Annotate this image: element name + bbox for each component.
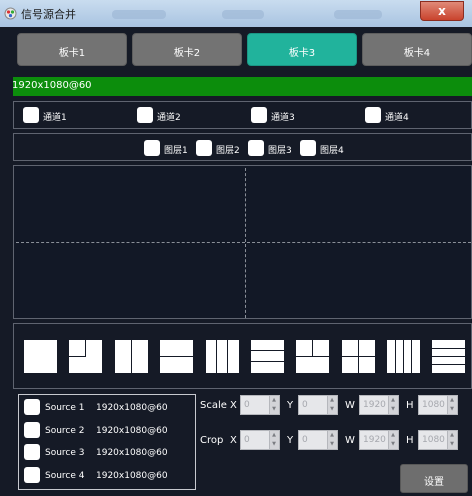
window-title: 信号源合并 <box>21 8 76 21</box>
three-column-layout-icon[interactable] <box>206 340 239 373</box>
close-icon: x <box>438 4 446 18</box>
source-2-name: Source 2 <box>45 426 85 436</box>
source-3-resolution: 1920x1080@60 <box>96 448 168 458</box>
tab-board-1[interactable]: 板卡1 <box>17 33 127 66</box>
source-3-name: Source 3 <box>45 448 85 458</box>
channel-4-checkbox[interactable] <box>365 107 381 123</box>
source-1-checkbox[interactable] <box>24 399 40 415</box>
layer-4-label: 图层4 <box>320 146 344 156</box>
scale-y-label: Y <box>287 400 294 411</box>
four-column-layout-icon[interactable] <box>387 340 420 373</box>
scale-label: Scale <box>200 400 227 411</box>
preview-horizontal-divider <box>16 242 471 243</box>
title-bar: 信号源合并 x <box>0 0 472 27</box>
source-1-name: Source 1 <box>45 403 85 413</box>
layer-3-checkbox[interactable] <box>248 140 264 156</box>
channel-2-checkbox[interactable] <box>137 107 153 123</box>
scale-w-label: W <box>345 400 355 411</box>
app-icon <box>4 7 17 20</box>
channel-1-label: 通道1 <box>43 113 67 123</box>
layer-3-label: 图层3 <box>268 146 292 156</box>
source-4-checkbox[interactable] <box>24 467 40 483</box>
channel-4-label: 通道4 <box>385 113 409 123</box>
blurred-title-text <box>112 10 166 19</box>
single-layout-icon[interactable] <box>24 340 57 373</box>
quad-grid-layout-icon[interactable] <box>342 340 375 373</box>
tab-board-4[interactable]: 板卡4 <box>362 33 472 66</box>
spin-arrows-icon[interactable]: ▲ ▼ <box>447 396 457 414</box>
source-1-resolution: 1920x1080@60 <box>96 403 168 413</box>
layer-1-label: 图层1 <box>164 146 188 156</box>
layer-2-label: 图层2 <box>216 146 240 156</box>
four-row-layout-icon[interactable] <box>432 340 465 373</box>
tab-board-3[interactable]: 板卡3 <box>247 33 357 66</box>
spin-arrows-icon[interactable]: ▲ ▼ <box>269 396 279 414</box>
source-4-resolution: 1920x1080@60 <box>96 471 168 481</box>
spin-arrows-icon[interactable]: ▲ ▼ <box>388 431 398 449</box>
inset-corner-layout-icon[interactable] <box>69 340 102 373</box>
scale-y-spinbox[interactable]: 0 ▲ ▼ <box>298 395 338 415</box>
crop-y-spinbox[interactable]: 0 ▲ ▼ <box>298 430 338 450</box>
crop-w-label: W <box>345 435 355 446</box>
channel-3-checkbox[interactable] <box>251 107 267 123</box>
scale-h-label: H <box>406 400 414 411</box>
source-list-panel: Source 1 1920x1080@60 Source 2 1920x1080… <box>18 394 196 490</box>
crop-h-spinbox[interactable]: 1080 ▲ ▼ <box>418 430 458 450</box>
three-row-layout-icon[interactable] <box>251 340 284 373</box>
spin-arrows-icon[interactable]: ▲ ▼ <box>269 431 279 449</box>
preview-vertical-divider <box>245 168 246 318</box>
layer-panel: 图层1 图层2 图层3 图层4 <box>13 133 472 161</box>
blurred-title-text <box>334 10 382 19</box>
resolution-text: 1920x1080@60 <box>12 80 92 91</box>
scale-x-spinbox[interactable]: 0 ▲ ▼ <box>240 395 280 415</box>
blurred-title-text <box>222 10 264 19</box>
spin-arrows-icon[interactable]: ▲ ▼ <box>327 396 337 414</box>
scale-w-spinbox[interactable]: 1920 ▲ ▼ <box>359 395 399 415</box>
channel-1-checkbox[interactable] <box>23 107 39 123</box>
scale-x-label: X <box>230 400 237 411</box>
layer-1-checkbox[interactable] <box>144 140 160 156</box>
channel-panel: 通道1 通道2 通道3 通道4 <box>13 101 472 129</box>
two-column-layout-icon[interactable] <box>115 340 148 373</box>
source-4-name: Source 4 <box>45 471 85 481</box>
channel-3-label: 通道3 <box>271 113 295 123</box>
apply-settings-button[interactable]: 设置 <box>400 464 468 493</box>
two-row-layout-icon[interactable] <box>160 340 193 373</box>
spin-arrows-icon[interactable]: ▲ ▼ <box>388 396 398 414</box>
layer-2-checkbox[interactable] <box>196 140 212 156</box>
crop-w-spinbox[interactable]: 1920 ▲ ▼ <box>359 430 399 450</box>
scale-h-spinbox[interactable]: 1080 ▲ ▼ <box>418 395 458 415</box>
layout-preview-canvas[interactable] <box>13 165 472 319</box>
spin-arrows-icon[interactable]: ▲ ▼ <box>447 431 457 449</box>
close-button[interactable]: x <box>420 1 464 21</box>
quad-split-layout-icon[interactable] <box>296 340 329 373</box>
crop-label: Crop <box>200 435 224 446</box>
resolution-bar: 1920x1080@60 <box>12 77 472 96</box>
signal-merge-window: 信号源合并 x 板卡1 板卡2 板卡3 板卡4 1920x1080@60 通道1… <box>0 0 472 496</box>
crop-x-label: X <box>230 435 237 446</box>
crop-h-label: H <box>406 435 414 446</box>
source-3-checkbox[interactable] <box>24 444 40 460</box>
layer-4-checkbox[interactable] <box>300 140 316 156</box>
spin-arrows-icon[interactable]: ▲ ▼ <box>327 431 337 449</box>
tab-board-2[interactable]: 板卡2 <box>132 33 242 66</box>
crop-x-spinbox[interactable]: 0 ▲ ▼ <box>240 430 280 450</box>
channel-2-label: 通道2 <box>157 113 181 123</box>
source-2-resolution: 1920x1080@60 <box>96 426 168 436</box>
crop-y-label: Y <box>287 435 294 446</box>
source-2-checkbox[interactable] <box>24 422 40 438</box>
